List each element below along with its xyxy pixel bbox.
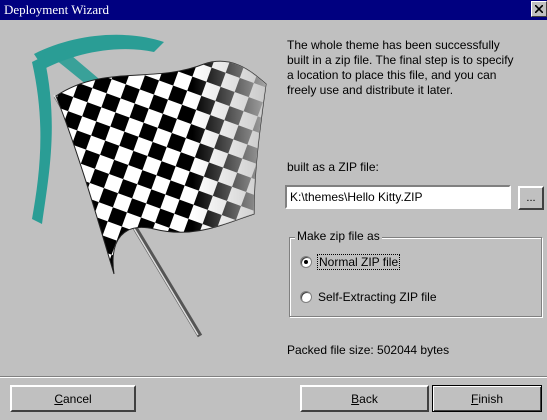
back-mnemonic: B [351, 391, 360, 406]
radio-normal-zip[interactable]: Normal ZIP file [300, 254, 401, 270]
back-button[interactable]: Back [300, 385, 429, 412]
zip-type-legend: Make zip file as [295, 229, 382, 243]
radio-self-extracting-zip[interactable]: Self-Extracting ZIP file [300, 290, 437, 304]
window-title: Deployment Wizard [4, 2, 110, 17]
checkered-flag-illustration [4, 24, 272, 364]
cancel-button[interactable]: Cancel [10, 385, 136, 412]
back-label-rest: ack [359, 391, 378, 406]
cancel-label-rest: ancel [62, 391, 92, 406]
title-bar: Deployment Wizard [0, 0, 547, 20]
zip-path-input[interactable] [285, 185, 511, 209]
zip-file-label: built as a ZIP file: [287, 160, 379, 174]
cancel-mnemonic: C [54, 391, 63, 406]
finish-button[interactable]: Finish [432, 385, 542, 412]
radio-button-selected[interactable] [300, 256, 312, 268]
zip-type-group: Make zip file as Normal ZIP file Self-Ex… [289, 229, 542, 317]
finish-label-rest: inish [478, 391, 504, 406]
radio-normal-zip-label: Normal ZIP file [316, 254, 401, 270]
close-button[interactable] [531, 1, 547, 17]
close-icon [535, 5, 543, 13]
browse-button[interactable]: ... [518, 186, 544, 210]
button-separator [0, 376, 547, 378]
packed-file-size: Packed file size: 502044 bytes [287, 343, 450, 357]
description-text: The whole theme has been successfully bu… [287, 38, 514, 97]
radio-button[interactable] [300, 291, 312, 303]
radio-self-extracting-zip-label: Self-Extracting ZIP file [318, 290, 437, 304]
